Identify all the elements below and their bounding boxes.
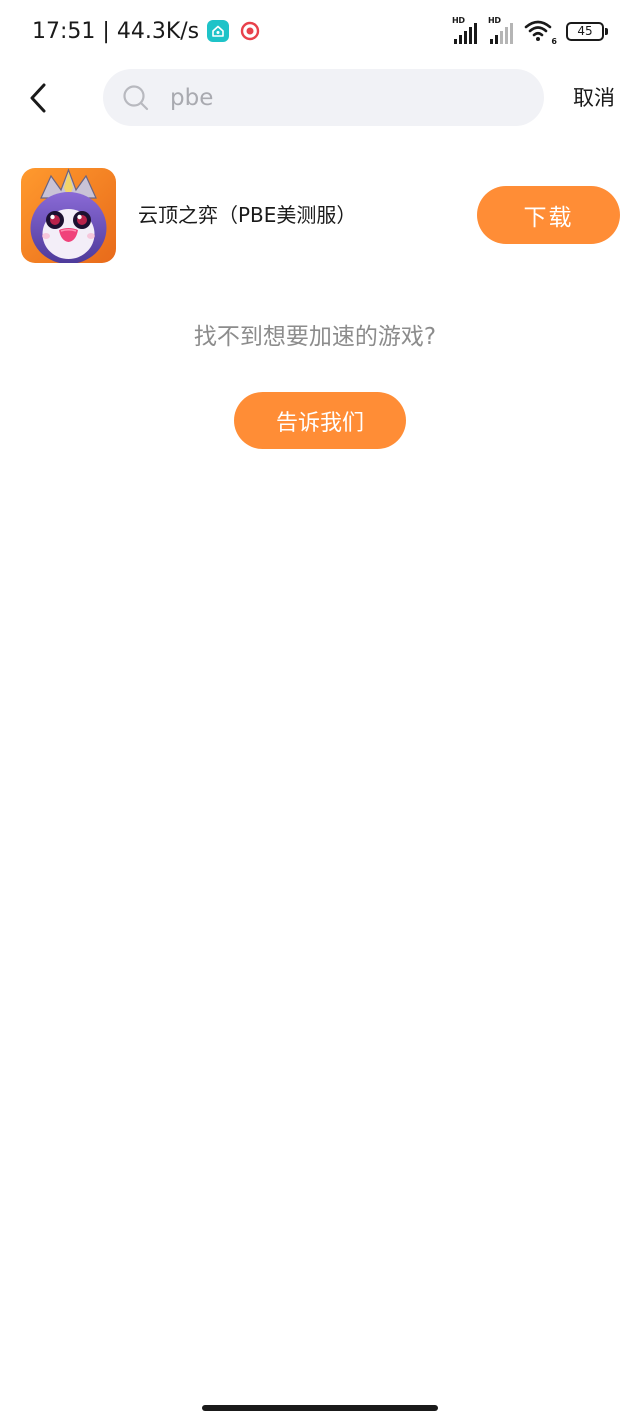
back-button[interactable] [18, 76, 58, 120]
download-button[interactable]: 下载 [477, 186, 620, 244]
tft-penguin-icon[interactable] [21, 168, 116, 263]
status-time: 17:51 [32, 18, 96, 44]
record-app-icon [239, 20, 262, 42]
result-row[interactable]: 云顶之弈（PBE美测服） 下载 [0, 166, 640, 266]
wifi-standard-label: 6 [551, 37, 557, 46]
home-app-icon [207, 20, 230, 42]
cellular-signal-icon-2: HD [488, 16, 518, 44]
wifi-icon: 6 [524, 18, 557, 46]
battery-icon: 45 [566, 21, 608, 41]
chevron-left-icon [30, 83, 46, 113]
tell-us-button[interactable]: 告诉我们 [234, 392, 406, 449]
cellular-signal-icon: HD [452, 16, 482, 44]
network-speed: 44.3K/s [116, 18, 200, 44]
search-results-page: 17:51 | 44.3K/s HD HD 6 45 pbe 取消 云顶之弈（P… [0, 0, 640, 1422]
not-found-hint: 找不到想要加速的游戏? [193, 324, 437, 350]
home-indicator[interactable] [202, 1405, 438, 1411]
status-bar: 17:51 | 44.3K/s HD HD 6 45 [0, 0, 640, 62]
search-input[interactable] [170, 77, 500, 118]
search-icon [122, 84, 150, 112]
status-left: 17:51 | 44.3K/s [32, 14, 262, 48]
game-title[interactable]: 云顶之弈（PBE美测服） [138, 200, 356, 230]
status-right: HD HD 6 45 [452, 16, 608, 46]
status-separator: | [102, 18, 110, 44]
battery-level: 45 [577, 24, 593, 38]
cancel-button[interactable]: 取消 [573, 80, 615, 116]
search-box[interactable] [103, 69, 544, 126]
